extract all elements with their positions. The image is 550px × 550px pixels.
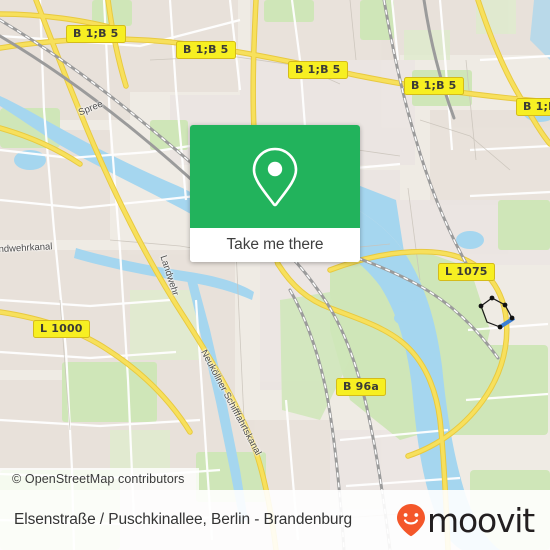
map-screenshot-root: B 1;B 5 B 1;B 5 B 1;B 5 B 1;B 5 B 1;B 5 …	[0, 0, 550, 550]
road-shield: B 1;B 5	[516, 98, 550, 116]
location-pin-icon	[252, 147, 298, 206]
osm-attribution-text: © OpenStreetMap contributors	[12, 472, 185, 486]
road-shield: L 1000	[33, 320, 90, 338]
moovit-wordmark: moovit	[427, 500, 535, 540]
location-marker-card[interactable]: Take me there	[190, 125, 360, 262]
osm-attribution: © OpenStreetMap contributors	[0, 468, 199, 490]
moovit-smiley-pin-icon	[397, 504, 426, 537]
road-shield: B 1;B 5	[176, 41, 236, 59]
moovit-brand[interactable]: moovit	[396, 500, 535, 540]
footer-bar: Elsenstraße / Puschkinallee, Berlin - Br…	[0, 490, 550, 550]
road-shield: B 1;B 5	[288, 61, 348, 79]
road-shield: B 1;B 5	[66, 25, 126, 43]
road-shield: B 96a	[336, 378, 386, 396]
card-pin-area	[190, 125, 360, 228]
road-shield: L 1075	[438, 263, 495, 281]
take-me-there-button[interactable]: Take me there	[190, 228, 360, 262]
road-shield: B 1;B 5	[404, 77, 464, 95]
location-title: Elsenstraße / Puschkinallee, Berlin - Br…	[14, 511, 353, 528]
